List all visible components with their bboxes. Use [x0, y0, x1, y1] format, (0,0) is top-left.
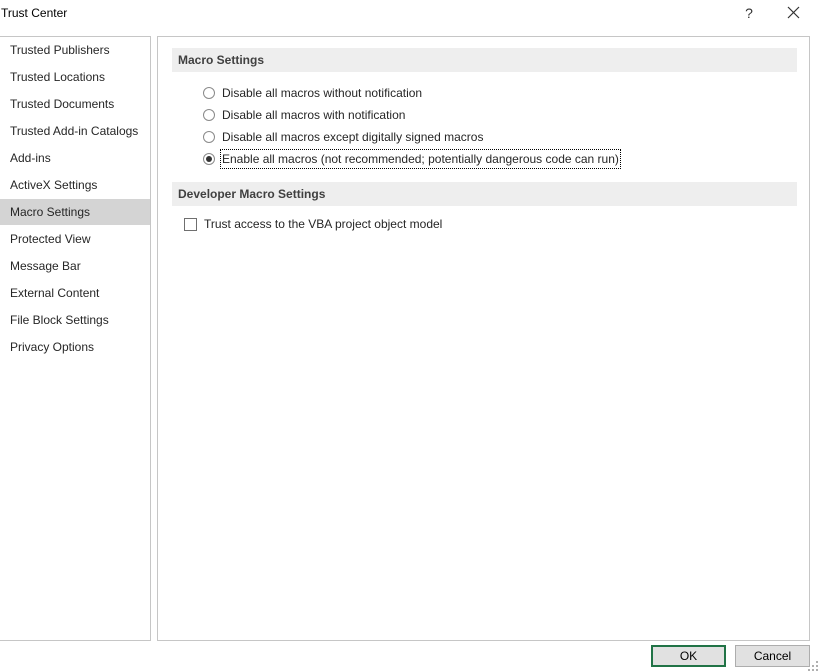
sidebar-item-macro-settings[interactable]: Macro Settings	[0, 199, 150, 225]
title-bar: Trust Center ?	[0, 0, 819, 26]
radio-label: Enable all macros (not recommended; pote…	[220, 149, 621, 169]
sidebar-item-activex-settings[interactable]: ActiveX Settings	[0, 172, 150, 198]
vba-access-checkbox[interactable]	[184, 218, 197, 231]
help-button[interactable]: ?	[740, 3, 758, 23]
cancel-button[interactable]: Cancel	[735, 645, 810, 667]
radio-label: Disable all macros except digitally sign…	[222, 130, 484, 144]
checkbox-label: Trust access to the VBA project object m…	[204, 217, 443, 231]
resize-grip-icon[interactable]	[808, 658, 819, 671]
sidebar-item-external-content[interactable]: External Content	[0, 280, 150, 306]
sidebar-item-trusted-add-in-catalogs[interactable]: Trusted Add-in Catalogs	[0, 118, 150, 144]
sidebar-item-protected-view[interactable]: Protected View	[0, 226, 150, 252]
content-pane: Macro Settings Disable all macros withou…	[157, 36, 810, 641]
radio-button[interactable]	[203, 131, 215, 143]
window-title: Trust Center	[1, 6, 68, 20]
ok-button[interactable]: OK	[651, 645, 726, 667]
close-icon[interactable]	[784, 4, 802, 22]
macro-settings-header: Macro Settings	[172, 48, 797, 72]
sidebar-item-trusted-publishers[interactable]: Trusted Publishers	[0, 37, 150, 63]
sidebar-item-trusted-documents[interactable]: Trusted Documents	[0, 91, 150, 117]
sidebar-item-message-bar[interactable]: Message Bar	[0, 253, 150, 279]
sidebar-item-trusted-locations[interactable]: Trusted Locations	[0, 64, 150, 90]
sidebar-item-add-ins[interactable]: Add-ins	[0, 145, 150, 171]
developer-macro-settings-header: Developer Macro Settings	[172, 182, 797, 206]
radio-label: Disable all macros without notification	[222, 86, 423, 100]
radio-label: Disable all macros with notification	[222, 108, 406, 122]
sidebar-nav: Trusted Publishers Trusted Locations Tru…	[0, 36, 151, 641]
radio-button-selected[interactable]	[203, 153, 215, 165]
radio-button[interactable]	[203, 109, 215, 121]
radio-button[interactable]	[203, 87, 215, 99]
sidebar-item-file-block-settings[interactable]: File Block Settings	[0, 307, 150, 333]
trust-center-dialog: Trust Center ? Trusted Publishers Truste…	[0, 0, 819, 671]
sidebar-item-privacy-options[interactable]: Privacy Options	[0, 334, 150, 360]
